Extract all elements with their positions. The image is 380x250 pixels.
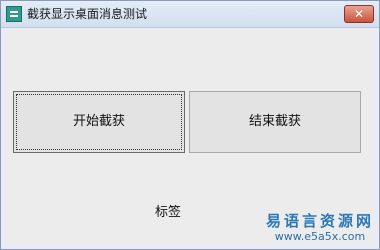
end-capture-button[interactable]: 结束截获 [189,91,361,153]
app-window: 截获显示桌面消息测试 ✕ 开始截获 结束截获 标签 易语言资源网 www.e5a… [0,0,380,250]
app-icon [6,6,22,22]
watermark-site-name: 易语言资源网 [265,212,374,230]
close-icon: ✕ [353,7,365,21]
window-title: 截获显示桌面消息测试 [27,7,148,21]
status-label: 标签 [155,205,182,220]
close-button[interactable]: ✕ [344,5,374,23]
watermark-url: www.e5a5x.com [274,230,366,243]
watermark: 易语言资源网 www.e5a5x.com [261,211,379,243]
start-capture-button[interactable]: 开始截获 [13,91,185,153]
title-bar[interactable]: 截获显示桌面消息测试 ✕ [1,1,379,28]
